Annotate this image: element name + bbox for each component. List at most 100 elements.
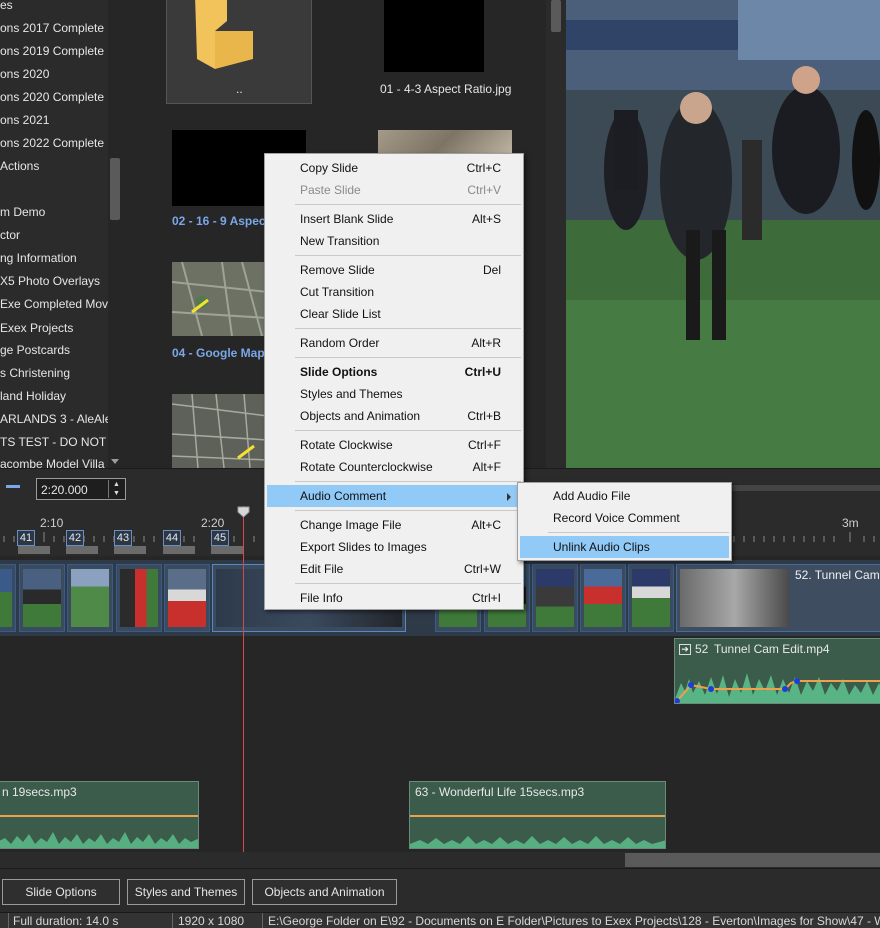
menu-item-slide-options[interactable]: Slide Options Ctrl+U: [267, 361, 521, 383]
menu-item-cut-transition[interactable]: Cut Transition: [267, 281, 521, 303]
menu-label: Remove Slide: [300, 263, 375, 277]
audio-clip[interactable]: n 19secs.mp3: [0, 781, 199, 849]
tree-item[interactable]: Actions: [0, 157, 39, 175]
video-audio-clip[interactable]: ➜ 52 Tunnel Cam Edit.mp4: [674, 638, 880, 704]
menu-label: Change Image File: [300, 518, 402, 532]
menu-item-change-image-file[interactable]: Change Image File Alt+C: [267, 514, 521, 536]
slide-thumbnail[interactable]: [116, 564, 162, 632]
slide-thumbnail[interactable]: [628, 564, 674, 632]
slide-thumbnail[interactable]: [0, 564, 16, 632]
slide-number-badge[interactable]: 43: [114, 530, 132, 546]
timeline-horizontal-scrollbar[interactable]: [0, 852, 880, 868]
menu-item-remove-slide[interactable]: Remove Slide Del: [267, 259, 521, 281]
menu-item-unlink-audio-clips[interactable]: Unlink Audio Clips: [520, 536, 729, 558]
audio-comment-submenu: Add Audio File Record Voice Comment Unli…: [517, 482, 732, 561]
time-field[interactable]: ▲ ▼: [36, 478, 126, 500]
map-thumbnail[interactable]: [378, 130, 512, 154]
menu-label: Edit File: [300, 562, 344, 576]
menu-item-rotate-clockwise[interactable]: Rotate Clockwise Ctrl+F: [267, 434, 521, 456]
styles-themes-button[interactable]: Styles and Themes: [127, 879, 245, 905]
menu-item-add-audio-file[interactable]: Add Audio File: [520, 485, 729, 507]
menu-label: Clear Slide List: [300, 307, 381, 321]
slide-number-badge[interactable]: 45: [211, 530, 229, 546]
menu-separator: [295, 357, 521, 358]
map-image: [171, 261, 269, 337]
menu-item-new-transition[interactable]: New Transition: [267, 230, 521, 252]
tree-item[interactable]: ng Information: [0, 249, 77, 267]
slide-thumbnail[interactable]: [580, 564, 626, 632]
menu-label: Record Voice Comment: [553, 511, 680, 525]
tree-item[interactable]: acombe Model Villa: [0, 455, 105, 468]
menu-item-record-voice-comment[interactable]: Record Voice Comment: [520, 507, 729, 529]
slide-number-badge[interactable]: 42: [66, 530, 84, 546]
status-bar: Full duration: 14.0 s 1920 x 1080 E:\Geo…: [0, 912, 880, 928]
tree-item[interactable]: ons 2021: [0, 111, 49, 129]
tree-item[interactable]: TS TEST - DO NOT D: [0, 433, 118, 451]
tree-item[interactable]: ons 2022 Complete Bu: [0, 134, 122, 152]
tree-item[interactable]: ons 2019 Complete Bu: [0, 42, 122, 60]
tree-item[interactable]: ons 2020 Complete Bu: [0, 88, 122, 106]
menu-shortcut: Alt+C: [471, 518, 501, 532]
playhead-line[interactable]: [243, 506, 244, 852]
tree-item[interactable]: ctor: [0, 226, 20, 244]
slide-thumbnail[interactable]: [67, 564, 113, 632]
slide-thumbnail[interactable]: [532, 564, 578, 632]
tree-item[interactable]: ARLANDS 3 - AleAleS: [0, 410, 119, 428]
zoom-out-icon[interactable]: [6, 485, 20, 488]
waveform: [675, 673, 880, 703]
menu-item-copy-slide[interactable]: Copy Slide Ctrl+C: [267, 157, 521, 179]
menu-item-objects-animation[interactable]: Objects and Animation Ctrl+B: [267, 405, 521, 427]
menu-separator: [295, 510, 521, 511]
menu-item-rotate-counterclockwise[interactable]: Rotate Counterclockwise Alt+F: [267, 456, 521, 478]
slide-number-badge[interactable]: 41: [17, 530, 35, 546]
time-input[interactable]: [41, 482, 105, 497]
time-spinner[interactable]: ▲ ▼: [108, 480, 124, 498]
tree-item[interactable]: m Demo: [0, 203, 45, 221]
menu-item-audio-comment[interactable]: Audio Comment: [267, 485, 521, 507]
slide-thumbnail[interactable]: [164, 564, 210, 632]
submenu-arrow-icon: [507, 493, 511, 501]
slide-thumbnail[interactable]: [19, 564, 65, 632]
tree-scrollbar[interactable]: [108, 0, 122, 468]
browser-scroll-thumb[interactable]: [551, 0, 561, 32]
menu-shortcut: Ctrl+F: [468, 438, 501, 452]
tree-item[interactable]: land Holiday: [0, 387, 66, 405]
menu-item-file-info[interactable]: File Info Ctrl+I: [267, 587, 521, 609]
objects-animation-button[interactable]: Objects and Animation: [252, 879, 397, 905]
menu-item-export-slides[interactable]: Export Slides to Images: [267, 536, 521, 558]
playhead-handle-icon[interactable]: [237, 506, 250, 518]
browser-scrollbar[interactable]: [546, 0, 566, 468]
menu-item-edit-file[interactable]: Edit File Ctrl+W: [267, 558, 521, 580]
menu-item-random-order[interactable]: Random Order Alt+R: [267, 332, 521, 354]
tree-item[interactable]: X5 Photo Overlays: [0, 272, 100, 290]
tree-item[interactable]: s Christening: [0, 364, 70, 382]
timeline-scroll-thumb[interactable]: [625, 853, 880, 867]
image-thumbnail[interactable]: [384, 0, 484, 72]
spin-down-icon[interactable]: ▼: [109, 489, 124, 498]
menu-separator: [295, 481, 521, 482]
menu-item-insert-blank-slide[interactable]: Insert Blank Slide Alt+S: [267, 208, 521, 230]
map-image: [171, 393, 269, 468]
audio-clip[interactable]: 63 - Wonderful Life 15secs.mp3: [409, 781, 666, 849]
scroll-down-arrow-icon[interactable]: [111, 459, 119, 464]
slide-number-badge[interactable]: 44: [163, 530, 181, 546]
menu-item-paste-slide[interactable]: Paste Slide Ctrl+V: [267, 179, 521, 201]
slide-options-button[interactable]: Slide Options: [2, 879, 120, 905]
tree-item[interactable]: es: [0, 0, 13, 14]
tree-item[interactable]: Exex Projects: [0, 319, 73, 337]
menu-item-clear-slide-list[interactable]: Clear Slide List: [267, 303, 521, 325]
map-thumbnail[interactable]: [171, 393, 269, 468]
tree-scroll-thumb[interactable]: [110, 158, 120, 220]
tree-item[interactable]: ons 2020: [0, 65, 49, 83]
map-thumbnail[interactable]: [171, 261, 269, 337]
tree-item[interactable]: ons 2017 Complete Bu: [0, 19, 122, 37]
menu-item-styles-themes[interactable]: Styles and Themes: [267, 383, 521, 405]
spin-up-icon[interactable]: ▲: [109, 480, 124, 489]
tree-item[interactable]: ge Postcards: [0, 341, 70, 359]
menu-label: Random Order: [300, 336, 380, 350]
status-file-path: E:\George Folder on E\92 - Documents on …: [268, 914, 880, 928]
tree-item[interactable]: Exe Completed Movie: [0, 295, 117, 313]
menu-separator: [295, 204, 521, 205]
ruler-label: 3m: [842, 516, 859, 530]
slide-duration-bar: [66, 546, 98, 554]
